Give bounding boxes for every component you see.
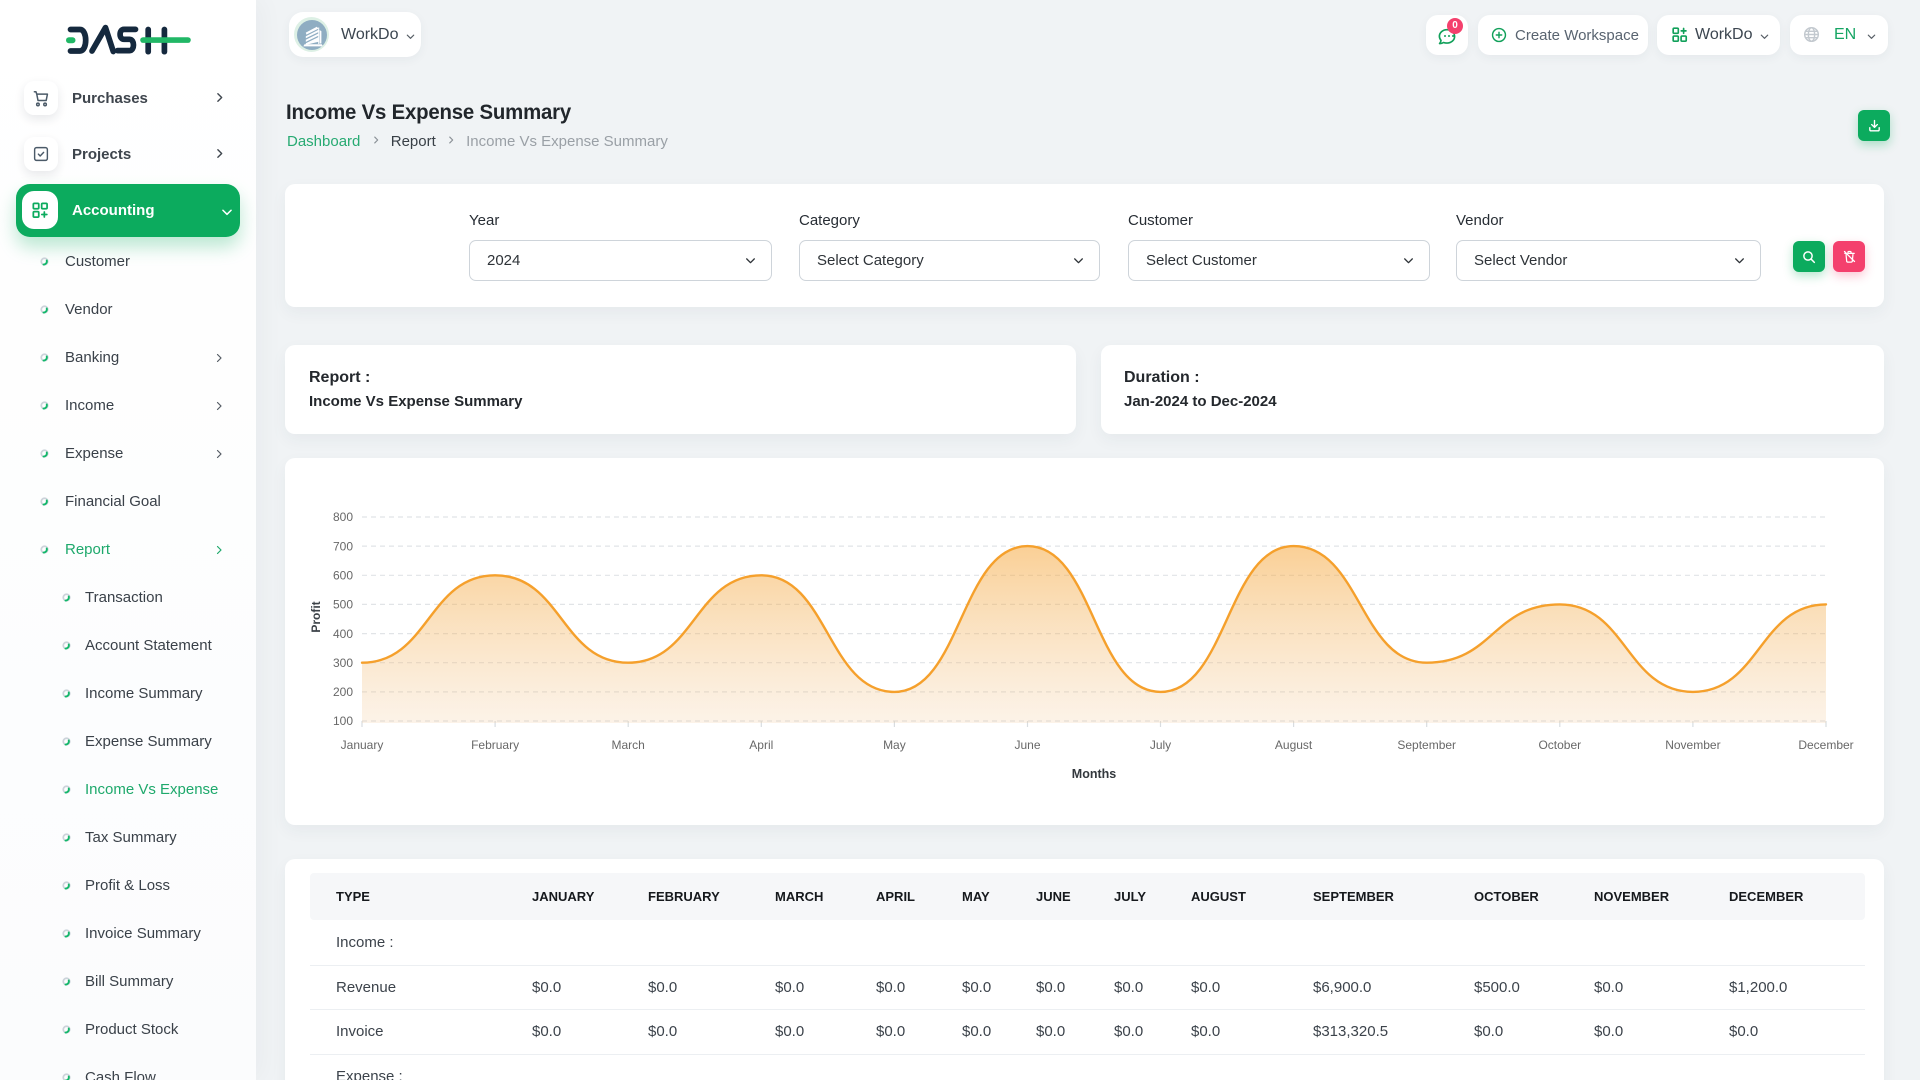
svg-text:700: 700 bbox=[333, 539, 353, 553]
svg-text:Profit: Profit bbox=[309, 601, 323, 632]
svg-text:September: September bbox=[1397, 738, 1456, 752]
svg-text:November: November bbox=[1665, 738, 1720, 752]
svg-text:February: February bbox=[471, 738, 519, 752]
svg-text:800: 800 bbox=[333, 510, 353, 524]
svg-text:400: 400 bbox=[333, 627, 353, 641]
svg-text:October: October bbox=[1538, 738, 1581, 752]
svg-text:100: 100 bbox=[333, 714, 353, 728]
svg-text:January: January bbox=[341, 738, 384, 752]
svg-text:August: August bbox=[1275, 738, 1313, 752]
svg-text:300: 300 bbox=[333, 656, 353, 670]
svg-text:April: April bbox=[749, 738, 773, 752]
svg-text:May: May bbox=[883, 738, 906, 752]
svg-text:Months: Months bbox=[1072, 767, 1116, 781]
svg-text:March: March bbox=[612, 738, 645, 752]
svg-text:June: June bbox=[1014, 738, 1040, 752]
svg-text:December: December bbox=[1798, 738, 1853, 752]
svg-text:200: 200 bbox=[333, 685, 353, 699]
svg-text:July: July bbox=[1150, 738, 1171, 752]
svg-text:500: 500 bbox=[333, 598, 353, 612]
svg-text:600: 600 bbox=[333, 569, 353, 583]
